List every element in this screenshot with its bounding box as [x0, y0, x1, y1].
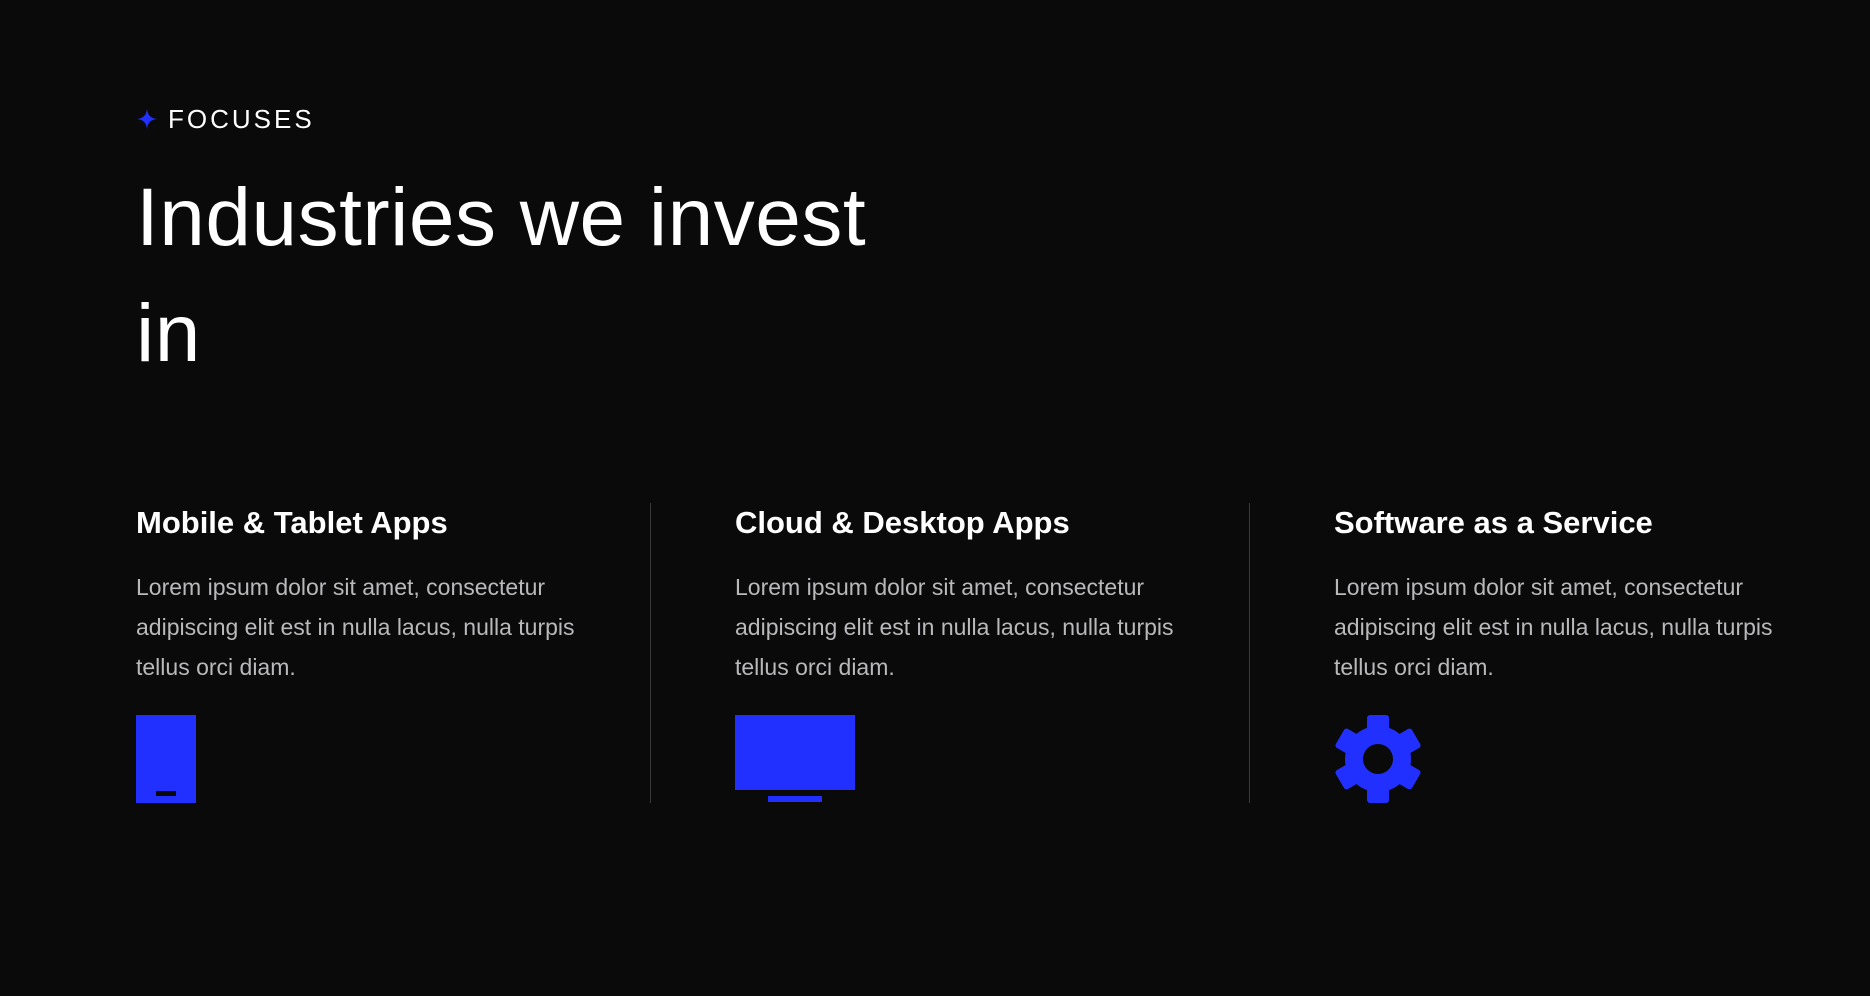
page-title: Industries we invest in: [136, 172, 867, 379]
sparkle-icon: [136, 108, 158, 130]
card-title: Software as a Service: [1334, 505, 1653, 540]
card-description: Lorem ipsum dolor sit amet, consectetur …: [1334, 574, 1773, 680]
gear-icon: [1335, 715, 1421, 803]
section-eyebrow: FOCUSES: [136, 104, 315, 134]
industry-card-saas: Software as a Service Lorem ipsum dolor …: [1334, 503, 1804, 803]
mobile-device-icon: [136, 715, 196, 803]
card-description: Lorem ipsum dolor sit amet, consectetur …: [735, 574, 1174, 680]
industry-card-desktop: Cloud & Desktop Apps Lorem ipsum dolor s…: [735, 503, 1205, 803]
card-divider: [1249, 503, 1250, 803]
industry-card-mobile: Mobile & Tablet Apps Lorem ipsum dolor s…: [136, 503, 606, 803]
industry-cards: Mobile & Tablet Apps Lorem ipsum dolor s…: [0, 503, 1870, 803]
card-title: Mobile & Tablet Apps: [136, 505, 448, 540]
card-title: Cloud & Desktop Apps: [735, 505, 1070, 540]
card-divider: [650, 503, 651, 803]
card-description: Lorem ipsum dolor sit amet, consectetur …: [136, 574, 575, 680]
eyebrow-label: FOCUSES: [168, 104, 315, 134]
desktop-monitor-icon: [735, 715, 855, 802]
